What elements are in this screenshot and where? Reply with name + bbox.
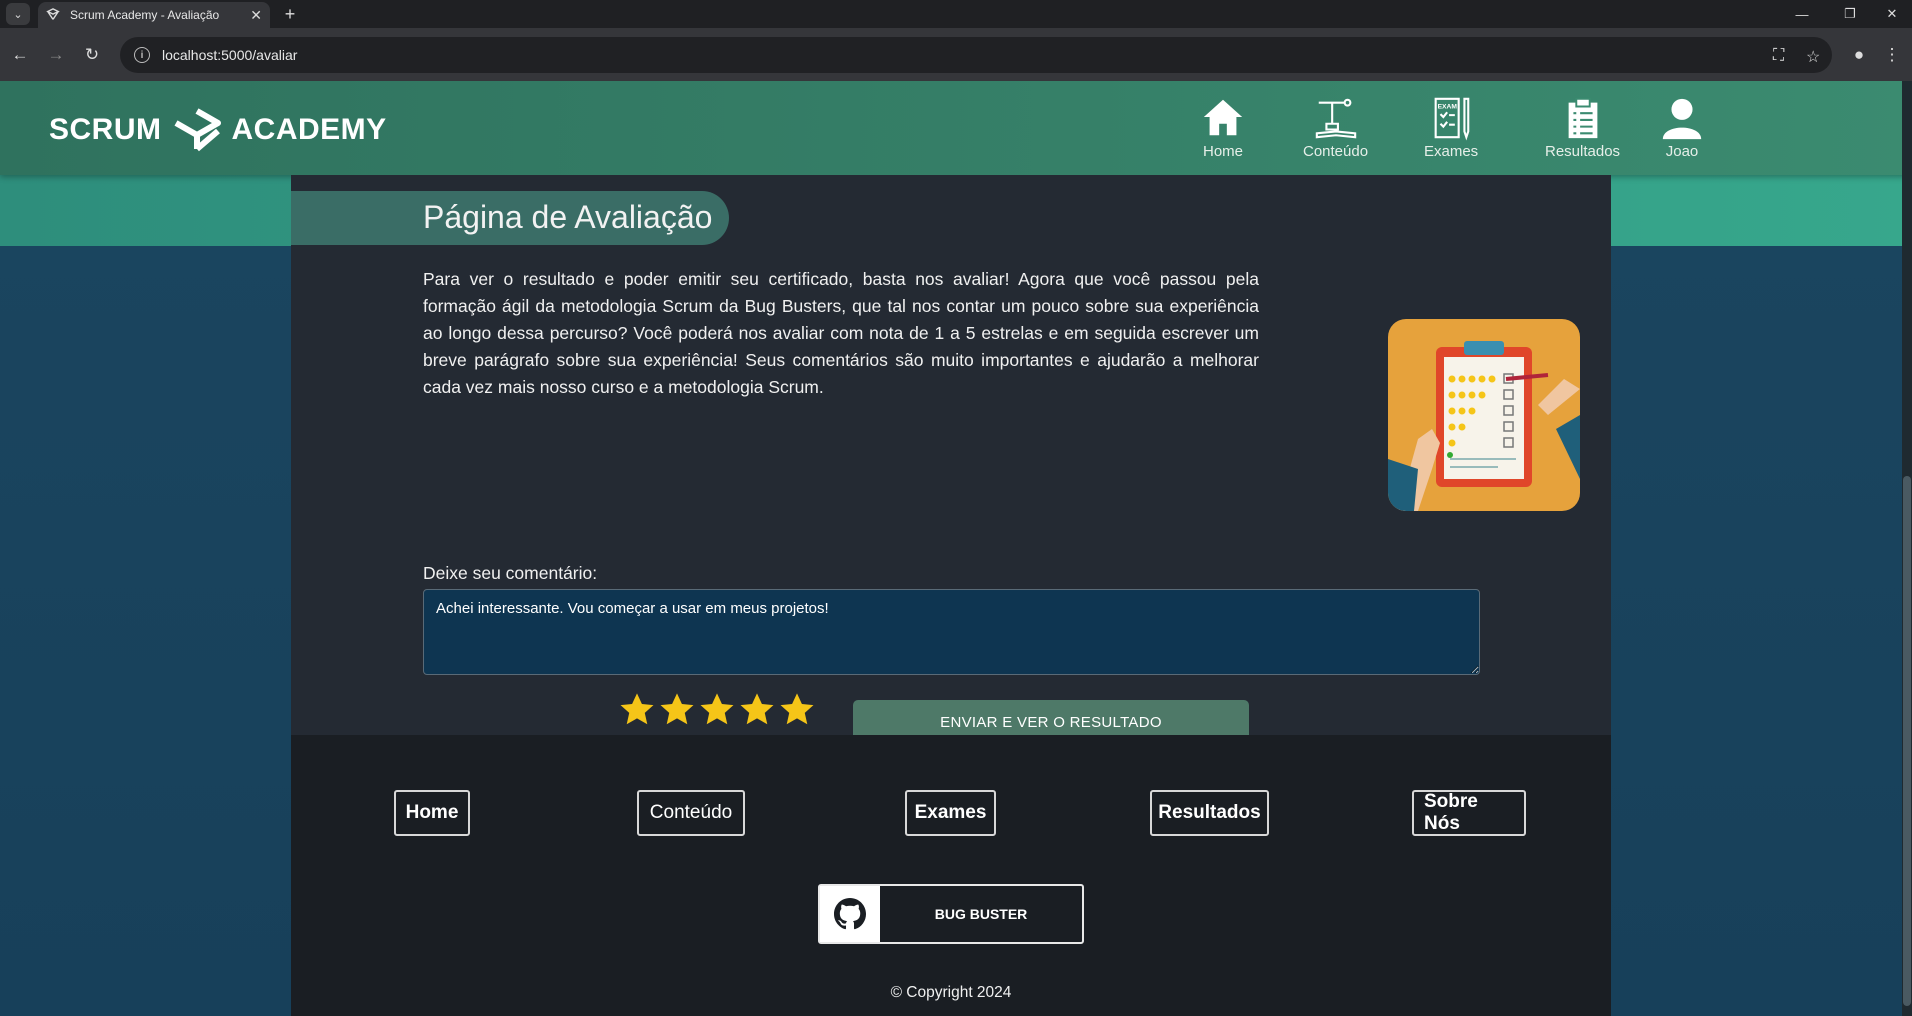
site-info-icon[interactable]: i	[134, 47, 150, 63]
arrow-left-icon: ←	[11, 45, 29, 64]
comment-textarea[interactable]: Achei interessante. Vou começar a usar e…	[423, 589, 1480, 675]
back-button[interactable]: ←	[6, 41, 34, 69]
home-icon	[1203, 99, 1243, 136]
close-window-button[interactable]: ✕	[1872, 3, 1912, 25]
intro-paragraph: Para ver o resultado e poder emitir seu …	[423, 269, 1259, 397]
reload-icon: ↻	[84, 45, 100, 64]
nav-user[interactable]: Joao	[1659, 95, 1705, 160]
footer-link-conteudo[interactable]: Conteúdo	[637, 790, 745, 836]
nav-exames[interactable]: EXAM Exames	[1424, 95, 1478, 160]
nav-home[interactable]: Home	[1200, 95, 1246, 160]
reload-button[interactable]: ↻	[78, 41, 106, 69]
restore-button[interactable]: ❐	[1830, 3, 1870, 25]
exam-icon: EXAM	[1434, 97, 1470, 141]
svg-text:EXAM: EXAM	[1438, 103, 1458, 110]
comment-label: Deixe seu comentário:	[423, 563, 598, 583]
star-rating[interactable]	[618, 691, 816, 729]
clipboard-icon	[1568, 97, 1597, 139]
github-icon-box	[820, 886, 880, 942]
site-header: SCRUM ACADEMY Home Conteúdo EXAM Exames	[0, 81, 1912, 175]
forward-button[interactable]: →	[42, 41, 70, 69]
scrollbar-thumb[interactable]	[1903, 476, 1911, 1006]
favicon-icon	[46, 8, 60, 20]
nav-conteudo[interactable]: Conteúdo	[1303, 95, 1368, 160]
star-icon[interactable]	[658, 691, 696, 729]
star-icon[interactable]	[778, 691, 816, 729]
logo-text-left: SCRUM	[49, 113, 162, 146]
nav-conteudo-label: Conteúdo	[1303, 143, 1369, 160]
arrow-right-icon: →	[47, 45, 65, 64]
site-logo[interactable]: SCRUM ACADEMY	[49, 107, 387, 153]
github-icon	[834, 898, 866, 930]
chevron-down-icon: ⌄	[13, 8, 23, 21]
user-icon	[1662, 98, 1702, 140]
content-icon	[1315, 98, 1356, 139]
browser-menu-button[interactable]: ⋮	[1878, 41, 1906, 69]
browser-toolbar: ← → ↻ i localhost:5000/avaliar ⛶ ☆ ● ⋮	[0, 28, 1912, 81]
page-scrollbar[interactable]	[1902, 81, 1912, 1016]
close-tab-icon[interactable]: ✕	[250, 7, 262, 24]
footer-link-sobre-nos[interactable]: Sobre Nós	[1412, 790, 1526, 836]
kebab-menu-icon: ⋮	[1883, 45, 1901, 64]
nav-resultados[interactable]: Resultados	[1545, 95, 1620, 160]
minimize-button[interactable]: —	[1782, 3, 1822, 25]
tab-title: Scrum Academy - Avaliação	[70, 8, 220, 22]
github-button[interactable]: BUG BUSTER	[818, 884, 1084, 944]
rating-clipboard-illustration	[1388, 319, 1580, 511]
logo-text-right: ACADEMY	[231, 113, 387, 146]
nav-home-label: Home	[1202, 143, 1243, 160]
site-footer: Home Conteúdo Exames Resultados Sobre Nó…	[291, 735, 1611, 1016]
footer-link-home[interactable]: Home	[394, 790, 470, 836]
star-icon[interactable]	[698, 691, 736, 729]
browser-tab[interactable]: Scrum Academy - Avaliação ✕	[38, 2, 270, 28]
translate-icon[interactable]: ⛶	[1773, 47, 1784, 65]
page-viewport: SCRUM ACADEMY Home Conteúdo EXAM Exames	[0, 81, 1912, 1016]
nav-resultados-label: Resultados	[1545, 143, 1621, 160]
browser-tab-strip: ⌄ Scrum Academy - Avaliação ✕ + — ❐ ✕	[0, 0, 1912, 28]
footer-link-exames[interactable]: Exames	[905, 790, 996, 836]
profile-icon: ●	[1853, 45, 1865, 64]
url-text: localhost:5000/avaliar	[162, 47, 298, 63]
nav-user-label: Joao	[1665, 143, 1699, 160]
profile-button[interactable]: ●	[1845, 41, 1873, 69]
star-icon[interactable]	[618, 691, 656, 729]
bookmark-star-icon[interactable]: ☆	[1806, 47, 1820, 67]
star-icon[interactable]	[738, 691, 776, 729]
logo-mark-icon	[174, 108, 221, 152]
copyright-text: © Copyright 2024	[890, 984, 1012, 1001]
evaluation-card: Página de Avaliação Para ver o resultado…	[291, 175, 1611, 744]
footer-link-resultados[interactable]: Resultados	[1150, 790, 1269, 836]
nav-exames-label: Exames	[1424, 143, 1479, 160]
github-button-label: BUG BUSTER	[934, 906, 1028, 922]
address-bar[interactable]: i localhost:5000/avaliar ⛶ ☆	[120, 37, 1832, 73]
page-title: Página de Avaliação	[423, 199, 713, 235]
tab-search-button[interactable]: ⌄	[6, 3, 30, 25]
new-tab-button[interactable]: +	[278, 3, 302, 25]
